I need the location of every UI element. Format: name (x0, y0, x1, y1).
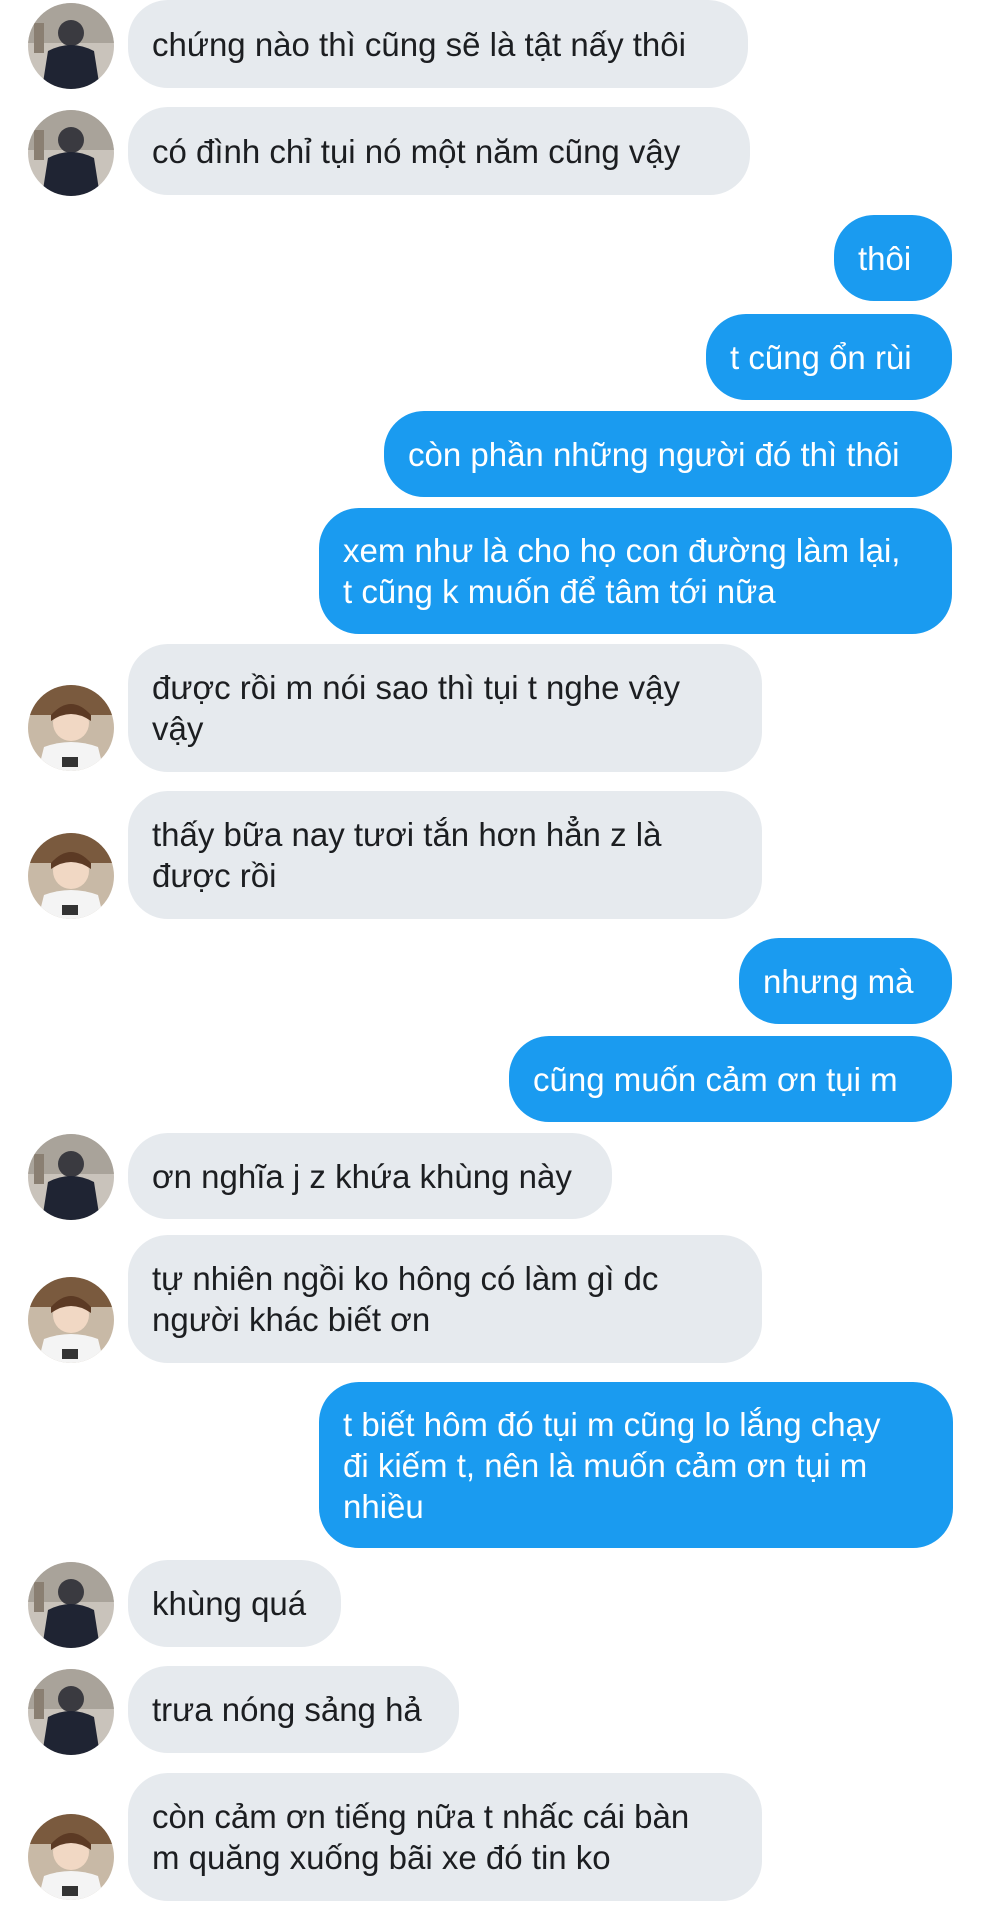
message-text: tự nhiên ngồi ko hông có làm gì dc người… (152, 1258, 658, 1340)
message-bubble-received[interactable]: trưa nóng sảng hả (128, 1666, 459, 1753)
message-text: khùng quá (152, 1585, 307, 1622)
message-text: chứng nào thì cũng sẽ là tật nấy thôi (152, 25, 686, 63)
message-text: còn phần những người đó thì thôi (408, 435, 900, 473)
message-text: nhưng mà (763, 962, 914, 1000)
message-bubble-sent[interactable]: thôi (834, 215, 952, 301)
message-text: trưa nóng sảng hả (152, 1691, 422, 1728)
message-text: thôi (858, 239, 912, 277)
message-bubble-sent[interactable]: nhưng mà (739, 938, 952, 1024)
avatar-friend-a[interactable] (28, 1669, 114, 1755)
message-line: được rồi (152, 857, 277, 894)
message-bubble-sent[interactable]: t cũng ổn rùi (706, 314, 952, 400)
message-bubble-sent[interactable]: xem như là cho họ con đường làm lại, t c… (319, 508, 952, 634)
message-bubble-received[interactable]: thấy bữa nay tươi tắn hơn hẳn z là được … (128, 791, 762, 919)
message-bubble-received[interactable]: được rồi m nói sao thì tụi t nghe vậy vậ… (128, 644, 762, 772)
message-bubble-sent[interactable]: còn phần những người đó thì thôi (384, 411, 952, 497)
message-line: tự nhiên ngồi ko hông có làm gì dc (152, 1260, 659, 1297)
message-line: nhiều (343, 1487, 424, 1525)
message-line: thấy bữa nay tươi tắn hơn hẳn z là (152, 816, 662, 853)
message-bubble-received[interactable]: tự nhiên ngồi ko hông có làm gì dc người… (128, 1235, 762, 1363)
avatar-friend-b[interactable] (28, 1814, 114, 1900)
message-line: t cũng k muốn để tâm tới nữa (343, 573, 776, 610)
message-line: người khác biết ơn (152, 1301, 431, 1338)
message-line: đi kiếm t, nên là muốn cảm ơn tụi m (343, 1446, 868, 1484)
avatar-friend-a[interactable] (28, 1134, 114, 1220)
avatar-friend-b[interactable] (28, 833, 114, 919)
message-bubble-sent[interactable]: t biết hôm đó tụi m cũng lo lắng chạy đi… (319, 1382, 953, 1548)
message-bubble-received[interactable]: chứng nào thì cũng sẽ là tật nấy thôi (128, 0, 748, 88)
message-bubble-received[interactable]: ơn nghĩa j z khứa khùng này (128, 1133, 612, 1219)
message-line: vậy (152, 710, 204, 747)
message-bubble-received[interactable]: có đình chỉ tụi nó một năm cũng vậy (128, 107, 750, 195)
message-text: t biết hôm đó tụi m cũng lo lắng chạy đi… (343, 1404, 880, 1527)
avatar-friend-b[interactable] (28, 685, 114, 771)
avatar-friend-a[interactable] (28, 3, 114, 89)
message-text: ơn nghĩa j z khứa khùng này (152, 1157, 572, 1195)
message-text: còn cảm ơn tiếng nữa t nhấc cái bàn m qu… (152, 1796, 689, 1878)
avatar-friend-a[interactable] (28, 1562, 114, 1648)
message-line: được rồi m nói sao thì tụi t nghe vậy (152, 669, 680, 706)
message-line: t biết hôm đó tụi m cũng lo lắng chạy (343, 1405, 881, 1443)
message-thread: chứng nào thì cũng sẽ là tật nấy thôi có… (0, 0, 981, 1920)
message-line: còn cảm ơn tiếng nữa t nhấc cái bàn (152, 1798, 690, 1835)
message-text: được rồi m nói sao thì tụi t nghe vậy vậ… (152, 667, 680, 749)
message-line: xem như là cho họ con đường làm lại, (343, 532, 901, 569)
message-text: xem như là cho họ con đường làm lại, t c… (343, 530, 900, 612)
avatar-friend-b[interactable] (28, 1277, 114, 1363)
message-text: có đình chỉ tụi nó một năm cũng vậy (152, 132, 681, 170)
message-text: thấy bữa nay tươi tắn hơn hẳn z là được … (152, 814, 661, 896)
message-bubble-received[interactable]: còn cảm ơn tiếng nữa t nhấc cái bàn m qu… (128, 1773, 762, 1901)
message-text: cũng muốn cảm ơn tụi m (533, 1060, 898, 1098)
message-line: m quăng xuống bãi xe đó tin ko (152, 1839, 611, 1876)
message-bubble-sent[interactable]: cũng muốn cảm ơn tụi m (509, 1036, 952, 1122)
message-bubble-received[interactable]: khùng quá (128, 1560, 341, 1647)
avatar-friend-a[interactable] (28, 110, 114, 196)
message-text: t cũng ổn rùi (730, 338, 912, 376)
